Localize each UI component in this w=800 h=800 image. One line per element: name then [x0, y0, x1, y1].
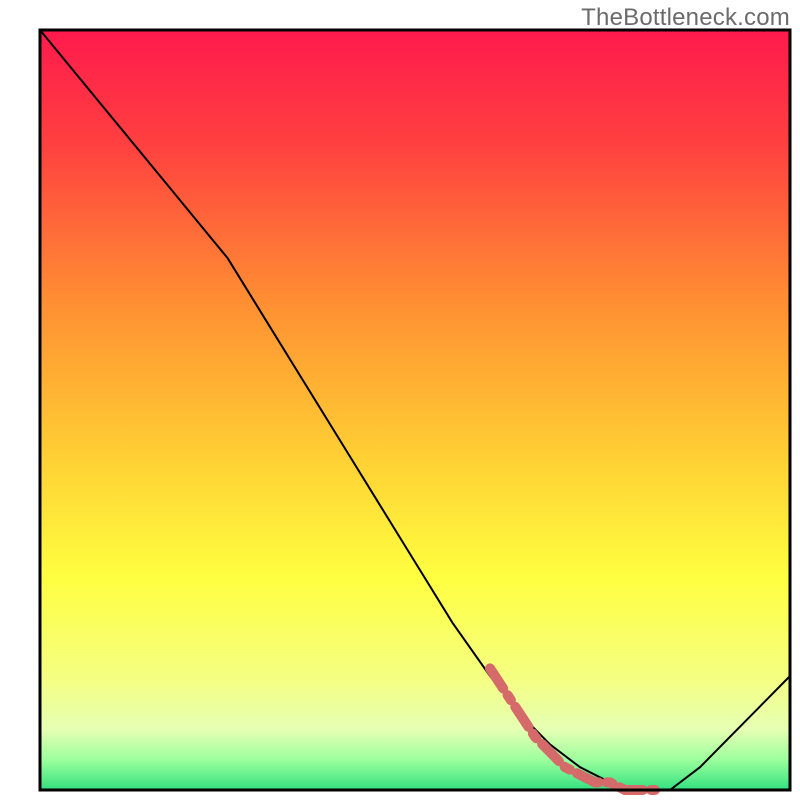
chart-frame: TheBottleneck.com	[0, 0, 800, 800]
watermark-label: TheBottleneck.com	[581, 4, 790, 32]
bottleneck-chart	[0, 0, 800, 800]
plot-background	[40, 30, 790, 790]
